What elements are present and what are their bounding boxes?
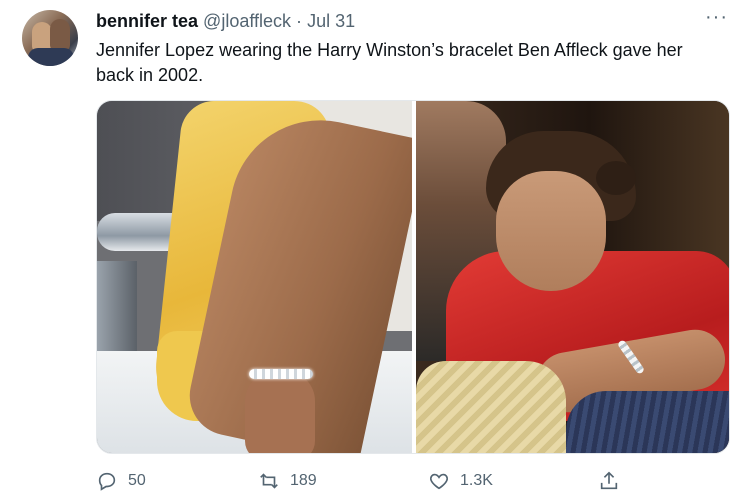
avatar-person-right [50,19,70,51]
avatar-shirt [28,48,74,66]
photo-face [496,171,606,291]
retweet-icon [260,473,278,489]
photo-navy-sweater [566,391,729,453]
tweet-text: Jennifer Lopez wearing the Harry Winston… [96,40,683,85]
heart-icon [430,473,448,490]
tweet[interactable]: bennifer tea @jloaffleck · Jul 31 ··· Je… [0,0,750,500]
media-photo-left[interactable] [97,101,412,453]
separator-dot: · [296,11,303,31]
photo-hair-bun [596,161,636,195]
photo-knit-pillow [416,361,566,453]
reply-icon [98,472,116,491]
tweet-media[interactable] [96,100,730,454]
photo-hand [245,371,315,453]
retweet-count: 189 [290,472,317,489]
like-button[interactable]: 1.3K [428,470,493,492]
tweet-date[interactable]: Jul 31 [307,11,355,31]
share-icon [600,471,618,490]
tweet-actions: 50 189 1.3K [96,470,730,496]
reply-button[interactable]: 50 [96,470,146,492]
like-count: 1.3K [460,472,493,489]
tweet-header: bennifer tea @jloaffleck · Jul 31 [96,10,355,32]
retweet-button[interactable]: 189 [258,470,317,492]
avatar[interactable] [22,10,78,66]
share-button[interactable] [598,470,620,492]
author-name[interactable]: bennifer tea [96,11,198,31]
photo-bracelet [249,369,313,379]
more-icon[interactable]: ··· [705,6,728,29]
media-photo-right[interactable] [416,101,729,453]
reply-count: 50 [128,472,146,489]
author-handle[interactable]: @jloaffleck [203,11,291,31]
